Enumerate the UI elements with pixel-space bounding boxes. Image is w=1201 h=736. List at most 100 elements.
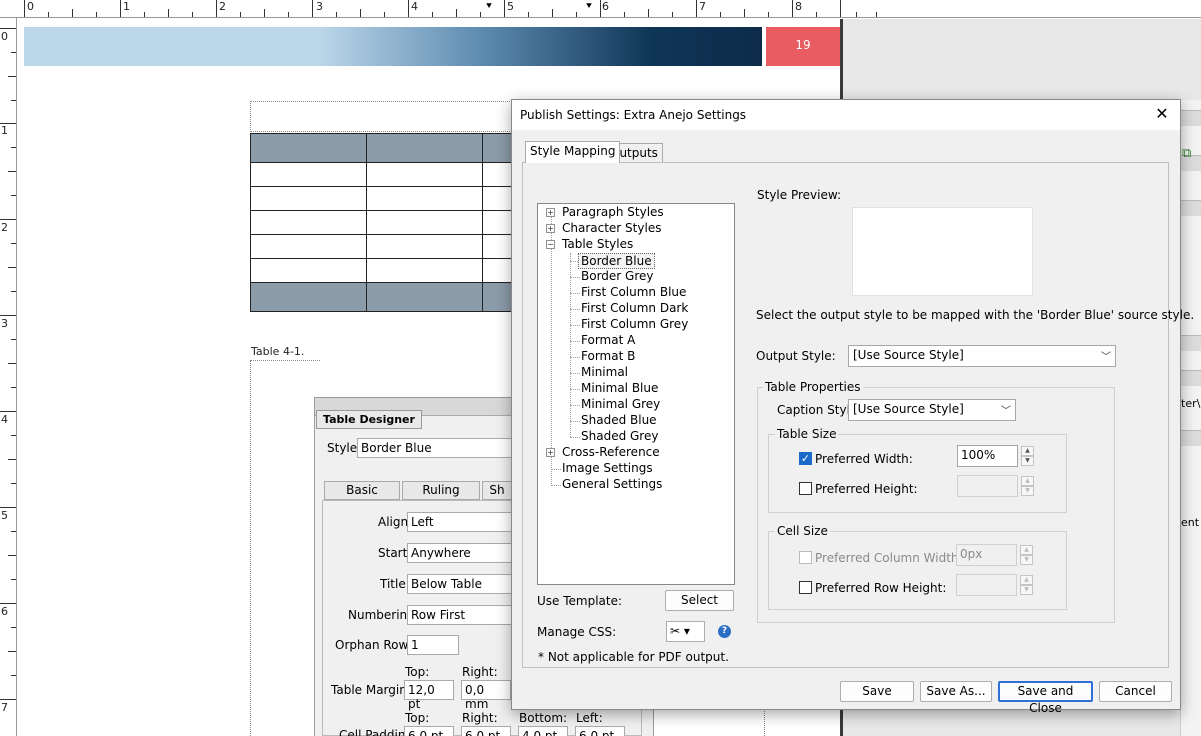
preferred-width-checkbox[interactable]: ✓ <box>799 452 812 465</box>
ruler-number: 1 <box>123 0 130 13</box>
spin-down-icon[interactable]: ▼ <box>1021 456 1034 466</box>
tree-item-first-column-dark[interactable]: First Column Dark <box>581 301 688 315</box>
tree-item-character-styles[interactable]: Character Styles <box>562 221 661 235</box>
spin-up-icon[interactable]: ▲ <box>1021 476 1034 486</box>
text-frame[interactable] <box>250 360 320 736</box>
ruler-number: 0 <box>27 0 34 13</box>
use-template-label: Use Template: <box>537 594 623 608</box>
panel-text-fragment: ent <box>1181 516 1200 529</box>
cell-size-title: Cell Size <box>775 524 830 538</box>
tab-style-mapping[interactable]: Style Mapping <box>525 141 621 163</box>
cancel-button[interactable]: Cancel <box>1099 681 1172 702</box>
chevron-down-icon: ﹀ <box>1001 406 1011 417</box>
tree-item-shaded-grey[interactable]: Shaded Grey <box>581 429 658 443</box>
tree-item-format-a[interactable]: Format A <box>581 333 635 347</box>
ruler-number: 7 <box>699 0 706 13</box>
caption-style-select[interactable]: [Use Source Style] ﹀ <box>848 399 1016 421</box>
cell-size-group <box>768 531 1067 610</box>
tree-item-minimal-blue[interactable]: Minimal Blue <box>581 381 658 395</box>
ruler-number: 4 <box>1 413 8 426</box>
preferred-height-label: Preferred Height: <box>815 482 918 496</box>
preferred-height-input[interactable] <box>957 475 1018 497</box>
page-number-badge: 19 <box>766 27 840 66</box>
panel-tool-icon[interactable]: ⧉ <box>1182 146 1191 161</box>
ruler-number: 2 <box>219 0 226 13</box>
ruler-number: 6 <box>1 605 8 618</box>
save-as-button[interactable]: Save As... <box>920 681 992 702</box>
manage-css-tools-icon[interactable]: ✂ ▾ <box>666 621 705 642</box>
horizontal-ruler[interactable]: 0 1 2 3 4 5 6 7 8 ⯆ ⯆ <box>0 0 1201 18</box>
start-select[interactable]: Anywhere <box>407 543 512 563</box>
style-input[interactable]: Border Blue <box>357 438 517 458</box>
tree-item-cross-reference[interactable]: Cross-Reference <box>562 445 660 459</box>
tree-item-border-blue[interactable]: Border Blue <box>578 253 655 269</box>
preferred-row-height-checkbox[interactable] <box>799 581 812 594</box>
padding-bottom-input[interactable]: 4,0 pt <box>518 726 568 736</box>
collapse-minus-icon[interactable]: − <box>546 240 555 249</box>
spin-down-icon[interactable]: ▼ <box>1021 486 1034 496</box>
side-panel <box>1180 100 1201 736</box>
tree-item-minimal-grey[interactable]: Minimal Grey <box>581 397 660 411</box>
select-template-button[interactable]: Select <box>665 590 734 611</box>
title-select[interactable]: Below Table <box>407 574 512 594</box>
preferred-column-width-input[interactable]: 0px <box>956 544 1017 566</box>
padding-bottom-label: Bottom: <box>519 711 568 725</box>
tree-item-image-settings[interactable]: Image Settings <box>562 461 653 475</box>
tree-item-first-column-grey[interactable]: First Column Grey <box>581 317 688 331</box>
ruler-number: 5 <box>1 509 8 522</box>
tree-item-border-grey[interactable]: Border Grey <box>581 269 654 283</box>
preferred-height-checkbox[interactable] <box>799 482 812 495</box>
padding-top-input[interactable]: 6,0 pt <box>404 726 454 736</box>
close-icon[interactable]: ✕ <box>1152 104 1172 123</box>
tree-item-table-styles[interactable]: Table Styles <box>562 237 633 251</box>
tab-stop-marker-icon[interactable]: ⯆ <box>485 1 493 12</box>
padding-right-input[interactable]: 6,0 pt <box>461 726 511 736</box>
tree-item-shaded-blue[interactable]: Shaded Blue <box>581 413 657 427</box>
preferred-row-height-input[interactable] <box>956 574 1017 596</box>
expand-plus-icon[interactable]: + <box>546 208 555 217</box>
save-and-close-button[interactable]: Save and Close <box>998 681 1093 715</box>
align-select[interactable]: Left <box>407 512 512 532</box>
ruler-number: 0 <box>1 30 8 43</box>
dialog-title: Publish Settings: Extra Anejo Settings <box>512 100 1180 130</box>
padding-left-input[interactable]: 6,0 pt <box>575 726 625 736</box>
expand-plus-icon[interactable]: + <box>546 448 555 457</box>
output-style-value: [Use Source Style] <box>853 348 964 362</box>
tab-stop-marker-icon[interactable]: ⯆ <box>585 1 593 12</box>
page-header-banner <box>24 27 762 66</box>
margin-right-input[interactable]: 0,0 mm <box>461 680 511 711</box>
expand-plus-icon[interactable]: + <box>546 224 555 233</box>
padding-left-label: Left: <box>576 711 603 725</box>
tree-item-minimal[interactable]: Minimal <box>581 365 628 379</box>
spin-up-icon[interactable]: ▲ <box>1021 446 1034 456</box>
margin-right-label: Right: <box>462 665 498 679</box>
tab-basic[interactable]: Basic <box>324 481 400 500</box>
spin-down-icon[interactable]: ▼ <box>1020 585 1033 595</box>
preferred-column-width-checkbox[interactable] <box>799 551 812 564</box>
save-button[interactable]: Save <box>840 681 914 702</box>
tree-item-format-b[interactable]: Format B <box>581 349 635 363</box>
tree-item-general-settings[interactable]: General Settings <box>562 477 662 491</box>
text-frame[interactable] <box>250 101 520 132</box>
margin-top-input[interactable]: 12,0 pt <box>404 680 454 711</box>
numbering-select[interactable]: Row First <box>407 605 512 625</box>
ruler-number: 3 <box>1 317 8 330</box>
tab-shading[interactable]: Sh <box>482 481 512 500</box>
help-icon[interactable]: ? <box>718 625 731 638</box>
spin-down-icon[interactable]: ▼ <box>1020 555 1033 565</box>
tab-ruling[interactable]: Ruling <box>402 481 480 500</box>
tree-item-first-column-blue[interactable]: First Column Blue <box>581 285 686 299</box>
preferred-width-input[interactable]: 100% <box>957 445 1018 467</box>
orphan-rows-input[interactable]: 1 <box>407 635 459 655</box>
tree-item-paragraph-styles[interactable]: Paragraph Styles <box>562 205 664 219</box>
output-style-select[interactable]: [Use Source Style] ﹀ <box>848 345 1116 367</box>
spin-up-icon[interactable]: ▲ <box>1020 575 1033 585</box>
vertical-ruler[interactable]: 0 1 2 3 4 5 6 7 <box>0 18 17 736</box>
padding-top-label: Top: <box>405 711 430 725</box>
ruler-number: 7 <box>1 701 8 714</box>
manage-css-label: Manage CSS: <box>537 625 617 639</box>
table-size-title: Table Size <box>775 427 839 441</box>
spin-up-icon[interactable]: ▲ <box>1020 545 1033 555</box>
table-designer-title: Table Designer <box>316 410 422 429</box>
style-preview-label: Style Preview: <box>757 188 842 202</box>
